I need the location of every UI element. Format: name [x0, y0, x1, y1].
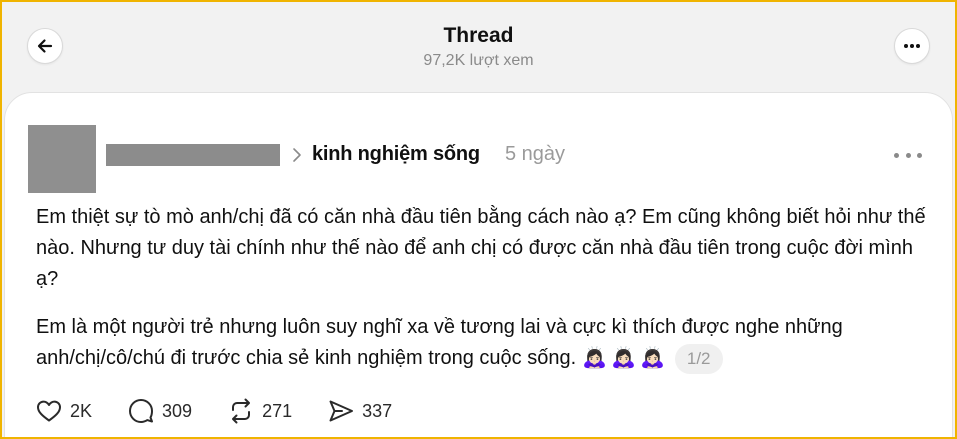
share-button[interactable]: 337: [328, 399, 392, 423]
page-indicator[interactable]: 1/2: [674, 344, 723, 374]
chevron-right-icon: [293, 148, 301, 162]
redacted-username[interactable]: [106, 144, 280, 166]
like-button[interactable]: 2K: [36, 399, 92, 423]
share-icon: [329, 400, 354, 422]
page-title: Thread: [443, 24, 514, 47]
bowing-emojis: 🙇🏻‍♀️🙇🏻‍♀️🙇🏻‍♀️: [582, 347, 669, 369]
comment-button[interactable]: 309: [128, 398, 192, 424]
dot: [894, 152, 899, 158]
post-time: 5 ngày: [505, 143, 566, 165]
repost-icon: [232, 398, 251, 424]
heart-icon: [37, 400, 61, 422]
post-more-button[interactable]: [894, 150, 922, 160]
dot: [905, 152, 911, 158]
comment-count: 309: [162, 400, 193, 421]
avatar[interactable]: [28, 125, 96, 193]
view-count: 97,2K lượt xem: [423, 52, 534, 69]
post-paragraph-2: Em là một người trẻ nhưng luôn suy nghĩ …: [36, 312, 936, 374]
repost-count: 271: [262, 400, 293, 421]
topic-link[interactable]: kinh nghiệm sống: [312, 143, 480, 166]
more-icon: [904, 44, 920, 48]
share-count: 337: [362, 400, 393, 421]
post-actions: 2K 309 271 337: [36, 396, 428, 426]
comment-icon: [129, 399, 154, 423]
like-count: 2K: [70, 400, 93, 421]
more-options-button[interactable]: [894, 28, 930, 64]
thread-header: Thread 97,2K lượt xem: [0, 0, 957, 92]
repost-button[interactable]: 271: [228, 398, 292, 424]
post-paragraph-1: Em thiệt sự tò mò anh/chị đã có căn nhà …: [36, 206, 926, 290]
dot: [917, 152, 922, 158]
